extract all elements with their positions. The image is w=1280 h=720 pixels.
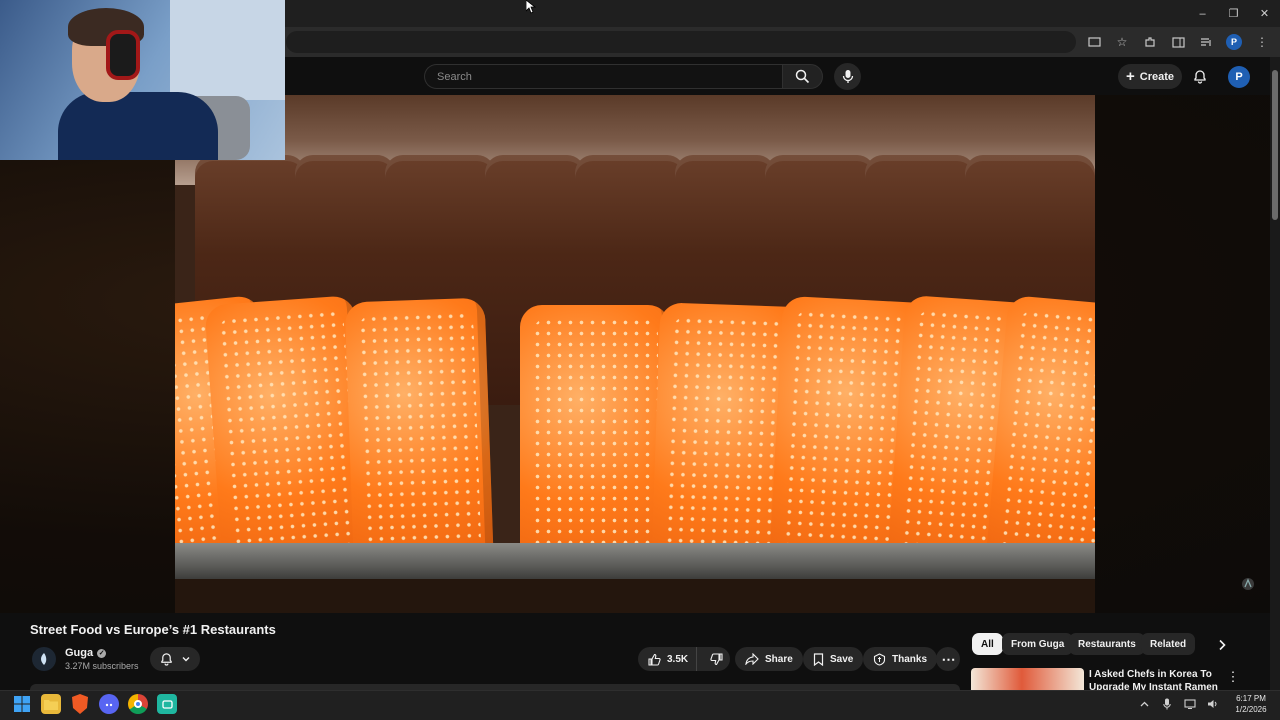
like-count: 3.5K — [667, 653, 689, 665]
subscriber-count: 3.27M subscribers — [65, 661, 139, 671]
discord-icon[interactable] — [99, 694, 119, 714]
profile-avatar: P — [1226, 34, 1242, 50]
chevron-down-icon — [182, 657, 189, 662]
thanks-button[interactable]: Thanks — [863, 647, 938, 671]
like-button[interactable]: 3.5K — [638, 647, 698, 671]
window-controls: – ❐ ✕ — [1187, 0, 1280, 27]
bookmark-icon — [813, 652, 824, 666]
thumbs-up-icon — [648, 653, 661, 666]
search-box — [424, 64, 782, 89]
create-button[interactable]: + Create — [1118, 64, 1182, 89]
chrome-icon[interactable] — [128, 694, 148, 714]
star-icon[interactable]: ☆ — [1112, 32, 1132, 52]
chip-restaurants[interactable]: Restaurants — [1069, 633, 1145, 655]
system-tray — [1137, 697, 1220, 711]
account-avatar[interactable]: P — [1228, 66, 1250, 88]
like-dislike-group: 3.5K — [638, 647, 730, 671]
minimize-button[interactable]: – — [1187, 0, 1218, 27]
microphone-tray-icon[interactable] — [1160, 697, 1174, 711]
restore-button[interactable]: ❐ — [1218, 0, 1249, 27]
more-actions-button[interactable]: ⋯ — [936, 647, 960, 671]
channel-logo-icon — [41, 653, 47, 665]
verified-icon: ✓ — [97, 648, 107, 658]
clock-time: 6:17 PM — [1236, 694, 1266, 703]
thanks-label: Thanks — [892, 653, 928, 665]
volume-icon[interactable] — [1206, 697, 1220, 711]
clock-date: 1/2/2026 — [1235, 705, 1267, 714]
chip-all[interactable]: All — [972, 633, 1003, 655]
webcam-headset — [106, 30, 140, 80]
file-explorer-icon[interactable] — [41, 694, 61, 714]
extensions-icon[interactable] — [1140, 32, 1160, 52]
search-input[interactable] — [437, 70, 770, 83]
super-thanks-icon — [873, 652, 886, 666]
sidepanel-icon[interactable] — [1168, 32, 1188, 52]
subscription-notifications-button[interactable] — [150, 647, 200, 671]
brave-browser-icon[interactable] — [72, 694, 88, 714]
microphone-icon — [842, 70, 853, 83]
suggested-video-thumbnail[interactable] — [971, 668, 1084, 690]
streamer-webcam-overlay — [0, 0, 285, 160]
dislike-button[interactable] — [703, 647, 730, 671]
chips-next-button[interactable] — [1212, 636, 1232, 654]
voice-search-button[interactable] — [834, 63, 861, 90]
video-frame-lower-shelf — [175, 579, 1095, 613]
suggested-video-title[interactable]: I Asked Chefs in Korea To Upgrade My Ins… — [1089, 668, 1219, 690]
windows-taskbar — [0, 690, 1280, 720]
close-window-button[interactable]: ✕ — [1249, 0, 1280, 27]
channel-name-row[interactable]: Guga ✓ — [65, 647, 107, 659]
video-player[interactable] — [175, 95, 1095, 613]
save-button[interactable]: Save — [803, 647, 864, 671]
webcam-shirt — [58, 92, 218, 160]
channel-name[interactable]: Guga — [65, 647, 93, 659]
search-icon — [795, 69, 810, 84]
app-icon[interactable] — [157, 694, 177, 714]
network-icon[interactable] — [1183, 697, 1197, 711]
search-button[interactable] — [782, 64, 823, 89]
windows-start-icon[interactable] — [12, 694, 32, 714]
share-button[interactable]: Share — [735, 647, 803, 671]
profile-icon[interactable]: P — [1224, 32, 1244, 52]
mouse-cursor-icon — [526, 0, 536, 14]
chevron-up-icon[interactable] — [1137, 697, 1151, 711]
bell-icon — [1194, 69, 1206, 84]
address-bar[interactable] — [286, 31, 1076, 53]
chevron-right-icon — [1219, 639, 1226, 651]
plus-icon: + — [1125, 68, 1135, 85]
create-label: Create — [1139, 70, 1174, 83]
share-icon — [745, 653, 759, 665]
media-icon[interactable] — [1196, 32, 1216, 52]
video-frame-tray — [175, 543, 1095, 579]
menu-icon[interactable]: ⋮ — [1252, 32, 1272, 52]
taskbar-clock[interactable]: 6:17 PM 1/2/2026 — [1226, 693, 1276, 715]
channel-avatar[interactable] — [32, 647, 56, 671]
notifications-button[interactable] — [1190, 66, 1210, 86]
more-horizontal-icon: ⋯ — [941, 650, 956, 667]
more-vertical-icon: ⋮ — [1226, 669, 1240, 684]
suggested-video-menu-button[interactable]: ⋮ — [1226, 669, 1240, 685]
bell-icon — [160, 653, 172, 666]
browser-toolbar-icons: ☆ P ⋮ — [1084, 31, 1272, 53]
chip-from-guga[interactable]: From Guga — [1002, 633, 1074, 655]
cast-icon[interactable] — [1084, 32, 1104, 52]
save-label: Save — [830, 653, 854, 665]
thumbs-down-icon — [710, 652, 723, 665]
taskbar-apps — [12, 694, 177, 714]
scrollbar-thumb[interactable] — [1272, 70, 1278, 220]
webcam-background-wall — [170, 0, 285, 100]
chip-related[interactable]: Related — [1141, 633, 1196, 655]
channel-watermark-icon[interactable] — [1240, 576, 1256, 592]
share-label: Share — [765, 653, 793, 665]
video-title: Street Food vs Europe’s #1 Restaurants — [30, 622, 276, 637]
